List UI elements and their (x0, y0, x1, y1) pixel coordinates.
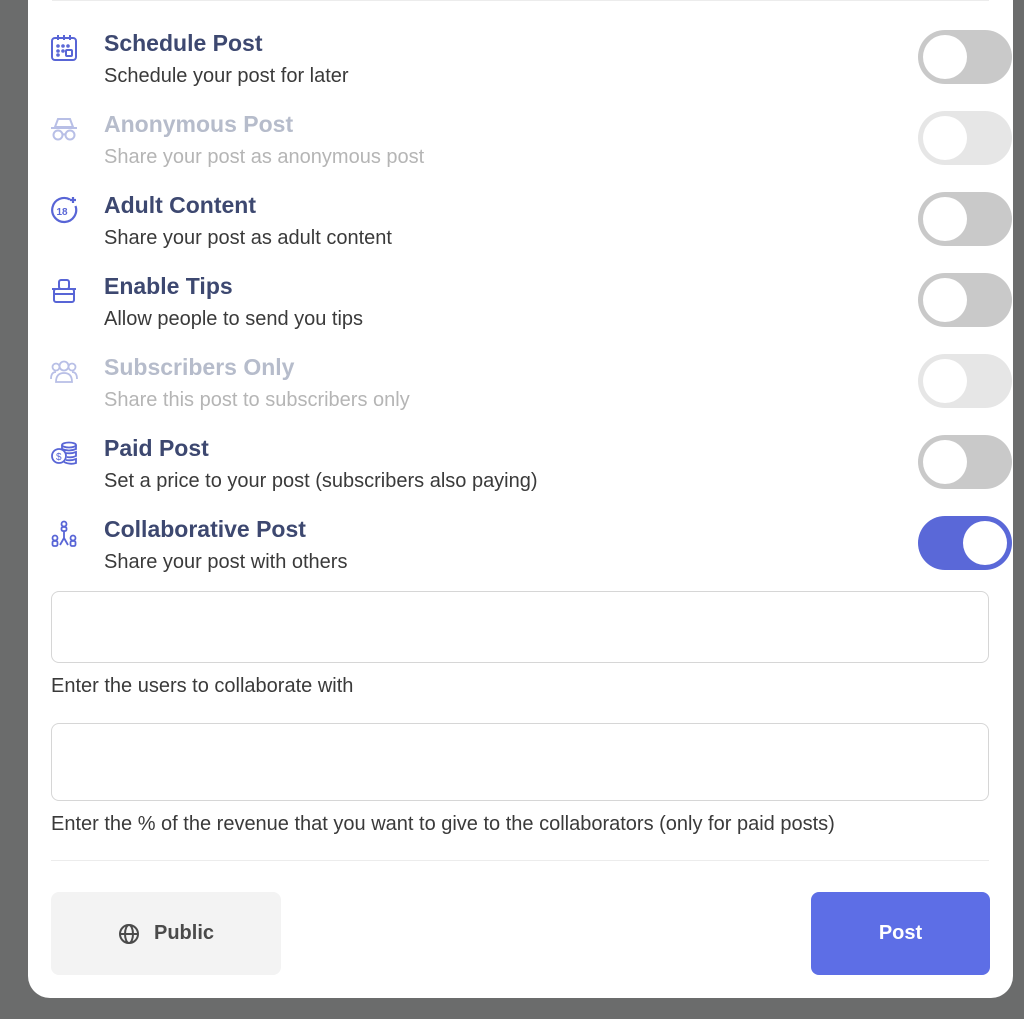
visibility-label: Public (153, 922, 214, 944)
toggle-knob (923, 278, 967, 322)
post-button[interactable]: Post (811, 892, 990, 975)
toggle-knob (923, 359, 967, 403)
subscribers-only-toggle[interactable] (918, 354, 1012, 408)
option-title: Collaborative Post (104, 516, 306, 542)
coins-icon: $ (50, 439, 78, 467)
svg-text:18: 18 (57, 207, 69, 218)
option-collaborative-post: Collaborative Post Share your post with … (50, 514, 1012, 584)
toggle-knob (963, 521, 1007, 565)
option-description: Schedule your post for later (104, 65, 349, 87)
collaborators-input[interactable] (51, 591, 989, 663)
toggle-knob (923, 440, 967, 484)
option-description: Share this post to subscribers only (104, 389, 410, 411)
collaboration-icon (50, 520, 78, 548)
revenue-share-hint: Enter the % of the revenue that you want… (51, 813, 835, 835)
toggle-knob (923, 197, 967, 241)
option-anonymous-post: Anonymous Post Share your post as anonym… (50, 109, 1012, 179)
calendar-icon (50, 34, 78, 62)
option-title: Enable Tips (104, 273, 233, 299)
post-options-panel: Schedule Post Schedule your post for lat… (28, 0, 1013, 998)
anonymous-post-toggle[interactable] (918, 111, 1012, 165)
option-title: Schedule Post (104, 30, 263, 56)
schedule-post-toggle[interactable] (918, 30, 1012, 84)
tip-jar-icon (50, 277, 78, 305)
incognito-icon (50, 115, 78, 143)
option-paid-post: $ Paid Post Set a price to your post (su… (50, 433, 1012, 503)
users-icon (50, 358, 78, 386)
option-description: Share your post with others (104, 551, 348, 573)
top-divider (52, 0, 989, 1)
collaborative-post-toggle[interactable] (918, 516, 1012, 570)
option-subscribers-only: Subscribers Only Share this post to subs… (50, 352, 1012, 422)
option-adult-content: 18 Adult Content Share your post as adul… (50, 190, 1012, 260)
svg-text:$: $ (56, 452, 62, 463)
footer-divider (51, 860, 989, 861)
option-description: Set a price to your post (subscribers al… (104, 470, 538, 492)
paid-post-toggle[interactable] (918, 435, 1012, 489)
option-title: Subscribers Only (104, 354, 295, 380)
enable-tips-toggle[interactable] (918, 273, 1012, 327)
toggle-knob (923, 35, 967, 79)
adult-content-toggle[interactable] (918, 192, 1012, 246)
option-title: Anonymous Post (104, 111, 294, 137)
revenue-share-input[interactable] (51, 723, 989, 801)
visibility-button[interactable]: Public (51, 892, 281, 975)
option-enable-tips: Enable Tips Allow people to send you tip… (50, 271, 1012, 341)
option-description: Share your post as anonymous post (104, 146, 425, 168)
adult-18-plus-icon: 18 (50, 196, 78, 224)
option-description: Share your post as adult content (104, 227, 392, 249)
option-title: Paid Post (104, 435, 209, 461)
option-description: Allow people to send you tips (104, 308, 364, 330)
option-schedule-post: Schedule Post Schedule your post for lat… (50, 28, 1012, 98)
option-title: Adult Content (104, 192, 257, 218)
toggle-knob (923, 116, 967, 160)
collaborators-hint: Enter the users to collaborate with (51, 675, 354, 697)
globe-icon (118, 923, 139, 944)
